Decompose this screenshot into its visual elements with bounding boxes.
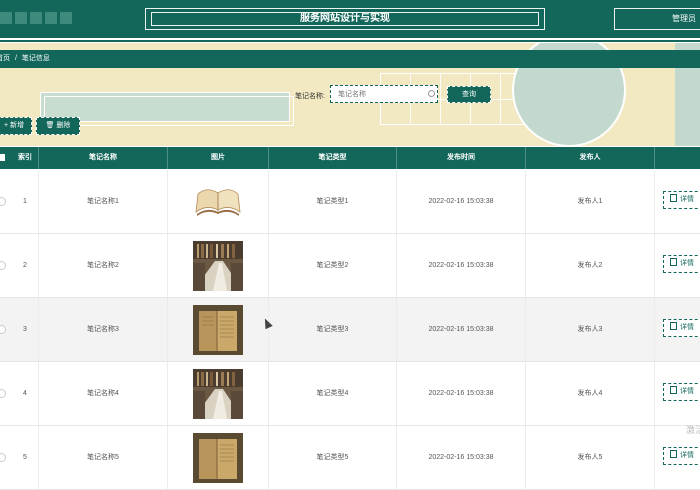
document-icon xyxy=(670,386,677,394)
search-icon xyxy=(428,90,435,97)
detail-button[interactable]: 详情 xyxy=(663,447,700,465)
detail-button[interactable]: 详情 xyxy=(663,191,700,209)
breadcrumb-current: 笔记信息 xyxy=(21,55,50,62)
header-tile xyxy=(45,12,57,24)
breadcrumb-divider xyxy=(0,66,700,67)
header-tile xyxy=(60,12,72,24)
site-title: 服务网站设计与实现 xyxy=(300,13,390,24)
search-input[interactable] xyxy=(330,85,438,103)
row-select-radio[interactable] xyxy=(0,389,6,398)
row-select-radio[interactable] xyxy=(0,453,6,462)
detail-label: 详情 xyxy=(680,324,694,331)
old-book-image xyxy=(193,433,243,483)
row-type: 笔记类型5 xyxy=(269,426,397,489)
row-publisher: 发布人2 xyxy=(526,234,655,297)
row-name: 笔记名称5 xyxy=(39,426,168,489)
admin-menu[interactable]: 管理员 xyxy=(672,8,696,30)
row-select-radio[interactable] xyxy=(0,261,6,270)
row-type: 笔记类型4 xyxy=(269,362,397,425)
row-time: 2022-02-16 15:03:38 xyxy=(397,362,526,425)
search-button[interactable]: 查询 xyxy=(447,86,491,103)
header-tile xyxy=(30,12,42,24)
row-type: 笔记类型1 xyxy=(269,170,397,233)
table-row[interactable]: 5 笔记名称5 笔记类型5 2022-02-16 15:03:38 发布人5 详… xyxy=(0,426,700,490)
row-index: 1 xyxy=(12,170,39,233)
document-icon xyxy=(670,450,677,458)
row-select-radio[interactable] xyxy=(0,197,6,206)
activation-watermark: 激活 xyxy=(686,425,700,435)
row-type: 笔记类型2 xyxy=(269,234,397,297)
top-header: 服务网站设计与实现 管理员 xyxy=(0,0,700,38)
column-header-image: 图片 xyxy=(168,147,269,169)
row-time: 2022-02-16 15:03:38 xyxy=(397,298,526,361)
row-select-radio[interactable] xyxy=(0,325,6,334)
row-time: 2022-02-16 15:03:38 xyxy=(397,170,526,233)
row-name: 笔记名称4 xyxy=(39,362,168,425)
header-tile xyxy=(15,12,27,24)
column-header-publisher: 发布人 xyxy=(526,147,655,169)
row-publisher: 发布人5 xyxy=(526,426,655,489)
column-header-name: 笔记名称 xyxy=(39,147,168,169)
breadcrumb-separator: / xyxy=(14,55,17,62)
row-index: 2 xyxy=(12,234,39,297)
detail-label: 详情 xyxy=(680,260,694,267)
row-index: 5 xyxy=(12,426,39,489)
document-icon xyxy=(670,258,677,266)
table-row[interactable]: 4 笔记名称4 笔记类型4 2022-02-16 15:03:38 发布人4 详… xyxy=(0,362,700,426)
row-time: 2022-02-16 15:03:38 xyxy=(397,426,526,489)
row-publisher: 发布人1 xyxy=(526,170,655,233)
delete-button[interactable]: 🗑 删除 xyxy=(36,117,80,135)
open-book-image xyxy=(193,177,243,227)
detail-button[interactable]: 详情 xyxy=(663,255,700,273)
row-publisher: 发布人4 xyxy=(526,362,655,425)
old-book-image xyxy=(193,305,243,355)
breadcrumb-home[interactable]: 首页 xyxy=(0,55,10,62)
select-all-checkbox[interactable] xyxy=(0,154,5,161)
column-header-time: 发布时间 xyxy=(397,147,526,169)
table-header: 索引 笔记名称 图片 笔记类型 发布时间 发布人 xyxy=(0,147,700,169)
table-row[interactable]: 1 笔记名称1 笔记类型1 2022-02-16 15:03:38 发布人1 详… xyxy=(0,170,700,234)
detail-button[interactable]: 详情 xyxy=(663,319,700,337)
header-tile xyxy=(0,12,12,24)
table-row[interactable]: 3 笔记名称3 笔记类型3 2022-02-16 15:03:38 发布人3 详… xyxy=(0,298,700,362)
row-name: 笔记名称2 xyxy=(39,234,168,297)
row-index: 3 xyxy=(12,298,39,361)
detail-button[interactable]: 详情 xyxy=(663,383,700,401)
decor-panel-outline xyxy=(44,96,294,126)
row-type: 笔记类型3 xyxy=(269,298,397,361)
detail-label: 详情 xyxy=(680,196,694,203)
row-index: 4 xyxy=(12,362,39,425)
document-icon xyxy=(670,322,677,330)
row-time: 2022-02-16 15:03:38 xyxy=(397,234,526,297)
row-publisher: 发布人3 xyxy=(526,298,655,361)
document-icon xyxy=(670,194,677,202)
column-header-type: 笔记类型 xyxy=(269,147,397,169)
search-label: 笔记名称: xyxy=(295,93,325,100)
column-header-index: 索引 xyxy=(12,147,39,169)
detail-label: 详情 xyxy=(680,388,694,395)
detail-label: 详情 xyxy=(680,452,694,459)
library-shelves-image xyxy=(193,369,243,419)
row-name: 笔记名称3 xyxy=(39,298,168,361)
row-name: 笔记名称1 xyxy=(39,170,168,233)
table-row[interactable]: 2 笔记名称2 笔记类型2 2022-02-16 15:03:38 发布人2 详… xyxy=(0,234,700,298)
header-divider xyxy=(0,40,700,42)
library-shelves-image xyxy=(193,241,243,291)
add-button[interactable]: + 新增 xyxy=(0,117,32,135)
